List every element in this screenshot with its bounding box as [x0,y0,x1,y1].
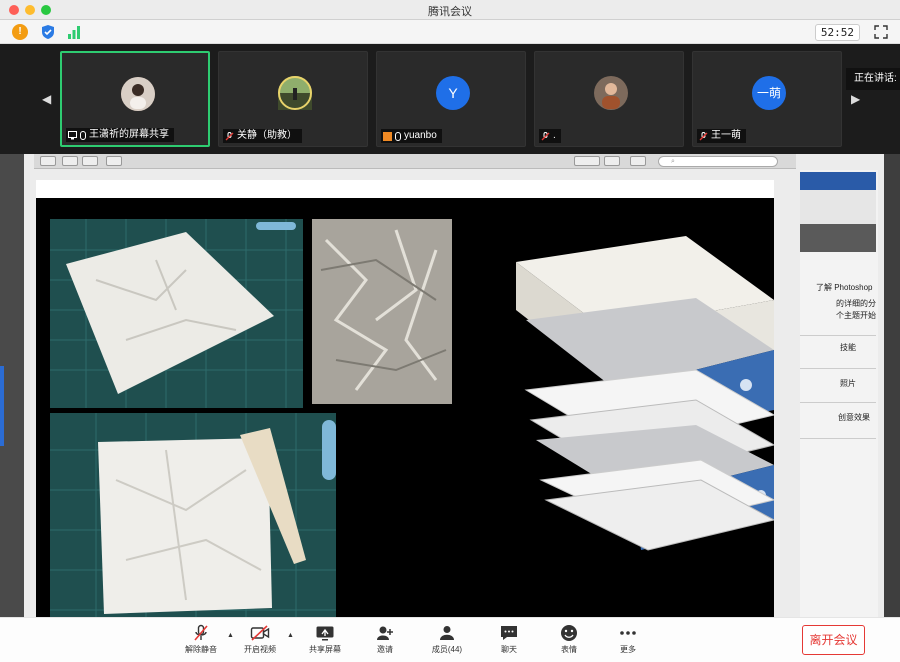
share-screen-label: 共享屏幕 [309,645,341,654]
slide-title-bar [36,180,774,198]
panel-line: 创意效果 [838,413,870,422]
participant-video-strip: ◀ 王潇祈的屏幕共享 关静（助教） Y yuanbo . 一萌 王一萌 ▶ 正在… [0,44,900,154]
panel-header-bar [800,172,876,190]
invite-label: 邀请 [377,645,393,654]
panel-divider [800,368,876,369]
avatar [121,77,155,111]
fullscreen-icon[interactable] [874,25,888,39]
participant-name: 王一萌 [711,130,741,141]
participant-name-tag: 关静（助教） [223,129,302,143]
zoom-in-icon[interactable] [82,156,98,166]
members-label: 成员(44) [431,645,463,654]
participant-tile[interactable]: . [534,51,684,147]
meeting-toolbar: ! 52:52 [0,20,900,44]
share-screen-icon [316,626,334,641]
panel-divider [800,438,876,439]
participant-name: yuanbo [404,130,437,141]
chat-button[interactable]: 聊天 [479,622,539,660]
background-app-panel: 了解 Photoshop 的详细的分步指 个主题开始教 技能 照片 创意效果 [800,170,878,617]
participant-name-tag: 王一萌 [697,129,746,143]
participant-name-tag: yuanbo [381,129,442,143]
participant-name-tag: . [539,129,561,143]
panel-line: 的详细的分步指 [836,299,876,308]
host-icon [383,131,392,141]
mic-icon [395,131,401,141]
avatar [278,76,312,110]
strip-prev-arrow-icon[interactable]: ◀ [42,92,51,106]
annotate-icon[interactable] [630,156,646,166]
network-signal-icon[interactable] [66,24,82,40]
security-shield-icon[interactable] [40,24,56,40]
sidebar-toggle-icon[interactable] [40,156,56,166]
slide-photos [50,219,776,617]
mic-muted-icon [541,131,550,141]
panel-divider [800,402,876,403]
panel-dark-band [800,224,876,252]
members-icon [440,626,454,640]
mic-muted-icon [194,624,208,641]
share-icon[interactable] [106,156,122,166]
rotate-icon[interactable] [604,156,620,166]
mic-muted-icon [699,131,708,141]
presentation-slide [36,180,776,617]
title-bar: 腾讯会议 [0,0,900,20]
panel-band [800,190,876,224]
emoji-label: 表情 [561,645,577,654]
participant-tile[interactable]: 王潇祈的屏幕共享 [60,51,210,147]
participant-name-tag: 王潇祈的屏幕共享 [66,128,174,142]
meeting-window: 腾讯会议 ! 52:52 ◀ 王潇祈的屏幕共享 关静（助教） Y yuanbo … [0,0,900,662]
screen-share-icon [68,130,77,140]
shared-screen: ⌕ 了解 Photoshop 的详细的分步指 个主题开始教 技能 照片 创意效果 [0,154,900,617]
window-title: 腾讯会议 [428,6,472,18]
participant-tile[interactable]: 关静（助教） [218,51,368,147]
invite-icon [377,626,393,640]
meeting-timer: 52:52 [814,24,860,41]
participant-name: 王潇祈的屏幕共享 [89,129,169,140]
leave-meeting-button[interactable]: 离开会议 [802,625,865,655]
start-video-label: 开启视频 [244,645,276,654]
viewer-search-field[interactable]: ⌕ [658,156,778,167]
participant-name: . [553,130,556,141]
panel-heading: 了解 Photoshop [816,283,873,292]
more-icon [620,631,636,635]
unmute-button[interactable]: 解除静音 [171,622,231,660]
avatar: Y [436,76,470,110]
panel-line: 个主题开始教 [836,311,876,320]
share-screen-button[interactable]: 共享屏幕 [295,622,355,660]
more-label: 更多 [620,645,636,654]
panel-line: 照片 [840,379,856,388]
panel-line: 技能 [840,343,856,352]
participant-tile[interactable]: Y yuanbo [376,51,526,147]
mic-muted-icon [225,131,234,141]
chat-label: 聊天 [501,645,517,654]
members-button[interactable]: 成员(44) [417,622,477,660]
viewer-toolbar: ⌕ [34,154,796,169]
emoji-icon [561,625,577,641]
invite-button[interactable]: 邀请 [355,622,415,660]
participant-name: 关静（助教） [237,130,297,141]
emoji-button[interactable]: 表情 [539,622,599,660]
mic-icon [80,130,86,140]
avatar [594,76,628,110]
zoom-out-icon[interactable] [62,156,78,166]
strip-next-arrow-icon[interactable]: ▶ [851,92,860,106]
meeting-info-icon[interactable]: ! [12,24,28,40]
participant-tile[interactable]: 一萌 王一萌 [692,51,842,147]
unmute-label: 解除静音 [185,645,217,654]
desktop-highlight [0,366,4,446]
more-button[interactable]: 更多 [598,622,658,660]
video-off-icon [250,625,270,641]
chat-icon [501,626,517,640]
video-options-caret-icon[interactable]: ▲ [287,632,294,639]
speaking-indicator: 正在讲话: [846,68,900,90]
avatar: 一萌 [752,76,786,110]
meeting-controls: 解除静音 ▲ 开启视频 ▲ 共享屏幕 邀请 成员(44) 聊天 表情 更多 离开… [0,617,900,662]
panel-divider [800,335,876,336]
start-video-button[interactable]: 开启视频 [230,622,290,660]
markup-icon[interactable] [574,156,600,166]
